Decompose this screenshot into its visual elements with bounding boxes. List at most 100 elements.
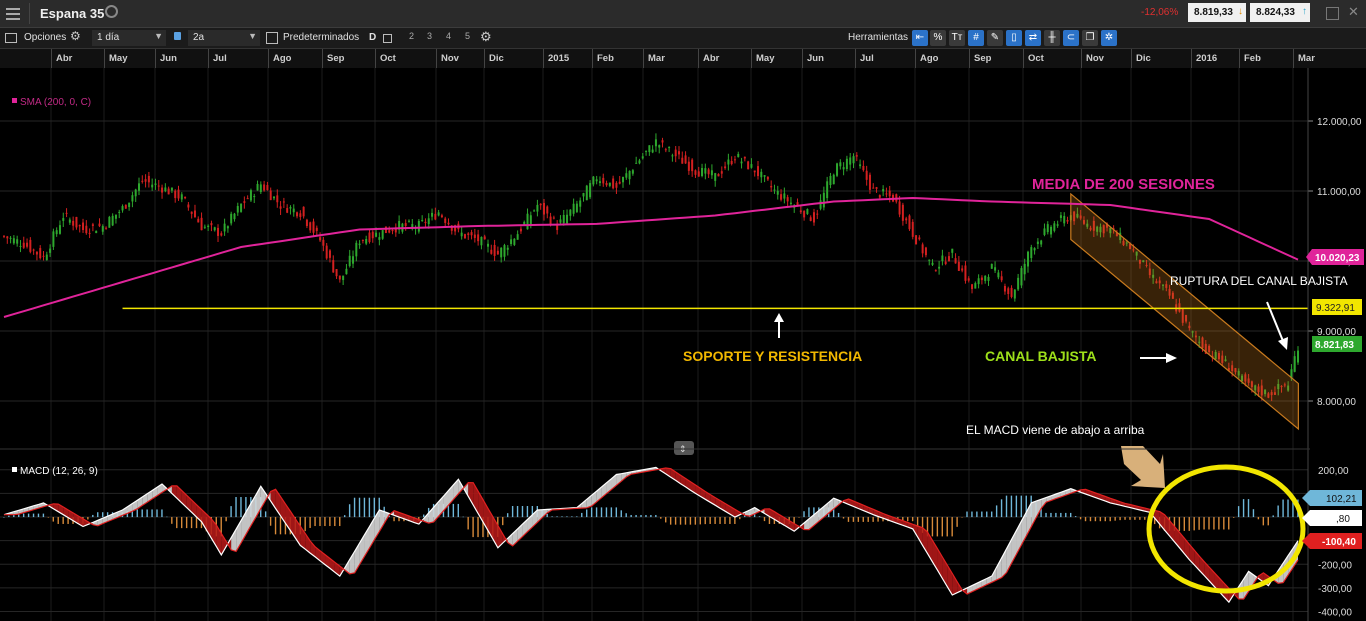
ask-box[interactable]: 8.824,33 ↑	[1250, 3, 1310, 22]
macd-hist-bar	[373, 497, 376, 518]
candle-body	[174, 190, 177, 199]
sma-legend[interactable]: SMA (200, 0, C)	[20, 97, 91, 108]
candle-body	[707, 169, 710, 175]
month-label: Nov	[441, 53, 459, 64]
maximize-icon[interactable]	[1326, 7, 1339, 20]
macd-hist-bar	[566, 516, 568, 518]
preset-4-button[interactable]: 4	[446, 31, 451, 41]
d-button[interactable]: D	[369, 32, 376, 43]
macd-hist-bar	[1144, 517, 1146, 520]
candle-body	[1040, 240, 1043, 245]
candle-body	[865, 170, 868, 180]
search-icon[interactable]	[105, 5, 118, 18]
macd-hist-bar	[1218, 517, 1220, 530]
last-price-tag: 8.821,83	[1312, 336, 1362, 352]
macd-hist-bar	[734, 517, 736, 524]
macd-hist-bar	[625, 513, 627, 518]
range-select[interactable]: 2a ▼	[188, 30, 260, 46]
macd-hist-bar	[739, 517, 741, 520]
candle-body	[167, 188, 170, 195]
preset-5-button[interactable]: 5	[465, 31, 470, 41]
candle-body	[533, 210, 536, 212]
link-icon[interactable]: ⊂	[1063, 30, 1079, 46]
candle-body	[951, 248, 954, 253]
macd-hist-bar	[452, 503, 455, 518]
candle-body	[592, 176, 595, 185]
close-icon[interactable]: ✕	[1348, 4, 1359, 20]
lock-icon[interactable]	[174, 32, 181, 40]
menu-icon[interactable]	[6, 6, 20, 20]
tools-label[interactable]: Herramientas	[848, 32, 908, 43]
preset-3-button[interactable]: 3	[427, 31, 432, 41]
macd-hist-bar	[1060, 512, 1062, 518]
options-button[interactable]: Opciones	[24, 32, 66, 43]
candle-body	[253, 196, 256, 198]
macd-signal-tag: ,80	[1302, 510, 1362, 526]
candle-body	[240, 203, 243, 212]
macd-legend[interactable]: MACD (12, 26, 9)	[20, 466, 98, 477]
candle-body	[750, 164, 753, 168]
bid-box[interactable]: 8.819,33 ↓	[1188, 3, 1246, 22]
grid-icon[interactable]: #	[968, 30, 984, 46]
candle-body	[190, 211, 193, 214]
candle-body	[1056, 224, 1059, 226]
candle-body	[431, 212, 434, 217]
chart-toolbar: Opciones ⚙ 1 día ▼ 2a ▼ Predeterminados …	[0, 28, 1366, 49]
month-tick	[1023, 49, 1024, 68]
text-size-button[interactable]: Tт	[949, 30, 965, 46]
candle-body	[319, 237, 322, 241]
candle-body	[210, 223, 213, 226]
candle-body	[681, 157, 684, 164]
candles-icon[interactable]: ▯	[1006, 30, 1022, 46]
month-label: Nov	[1086, 53, 1104, 64]
calendar-icon[interactable]	[266, 32, 278, 44]
candle-body	[552, 217, 555, 219]
macd-hist-bar	[911, 517, 914, 522]
candle-body	[1053, 223, 1056, 231]
month-label: Feb	[597, 53, 614, 64]
gear-icon[interactable]: ⚙	[480, 29, 492, 45]
candle-body	[9, 237, 12, 239]
horizontal-line-icon[interactable]: ⇤	[912, 30, 928, 46]
macd-hist-bar	[669, 517, 672, 525]
macd-hist-bar	[605, 507, 608, 518]
candle-body	[569, 209, 572, 216]
candle-body	[980, 277, 983, 281]
candle-body	[938, 266, 941, 269]
price-chart[interactable]: 8.000,009.000,0010.000,0011.000,0012.000…	[0, 68, 1366, 621]
preset-2-button[interactable]: 2	[409, 31, 414, 41]
candle-body	[197, 218, 200, 223]
gear-icon[interactable]: ⚙	[70, 29, 81, 43]
macd-hist-bar	[1282, 499, 1284, 518]
window-icon[interactable]	[383, 34, 392, 43]
candle-body	[200, 217, 203, 231]
copy-icon[interactable]: ❐	[1082, 30, 1098, 46]
candle-body	[496, 250, 499, 255]
macd-hist-bar	[1020, 495, 1023, 518]
candle-body	[256, 183, 259, 191]
candle-body	[875, 187, 878, 189]
options-icon[interactable]	[5, 33, 17, 43]
percent-button[interactable]: %	[930, 30, 946, 46]
pencil-icon[interactable]: ✎	[987, 30, 1003, 46]
candle-body	[677, 151, 680, 155]
macd-hist-bar	[52, 517, 54, 522]
candle-body	[625, 173, 628, 178]
candle-body	[3, 235, 5, 237]
candle-body	[766, 176, 769, 180]
interval-select[interactable]: 1 día ▼	[92, 30, 166, 46]
candle-body	[510, 239, 513, 245]
candle-body	[915, 235, 918, 245]
month-label: Sep	[327, 53, 345, 64]
macd-hist-bar	[640, 514, 642, 518]
settings-icon[interactable]: ✲	[1101, 30, 1117, 46]
compare-icon[interactable]: ⇄	[1025, 30, 1041, 46]
candle-body	[217, 227, 220, 236]
bars-icon[interactable]: ╫	[1044, 30, 1060, 46]
macd-hist-bar	[181, 517, 183, 529]
macd-hist-bar	[847, 517, 850, 522]
presets-button[interactable]: Predeterminados	[283, 32, 359, 43]
candle-body	[546, 206, 549, 214]
candle-body	[32, 249, 35, 251]
instrument-title[interactable]: Espana 35	[40, 6, 104, 21]
